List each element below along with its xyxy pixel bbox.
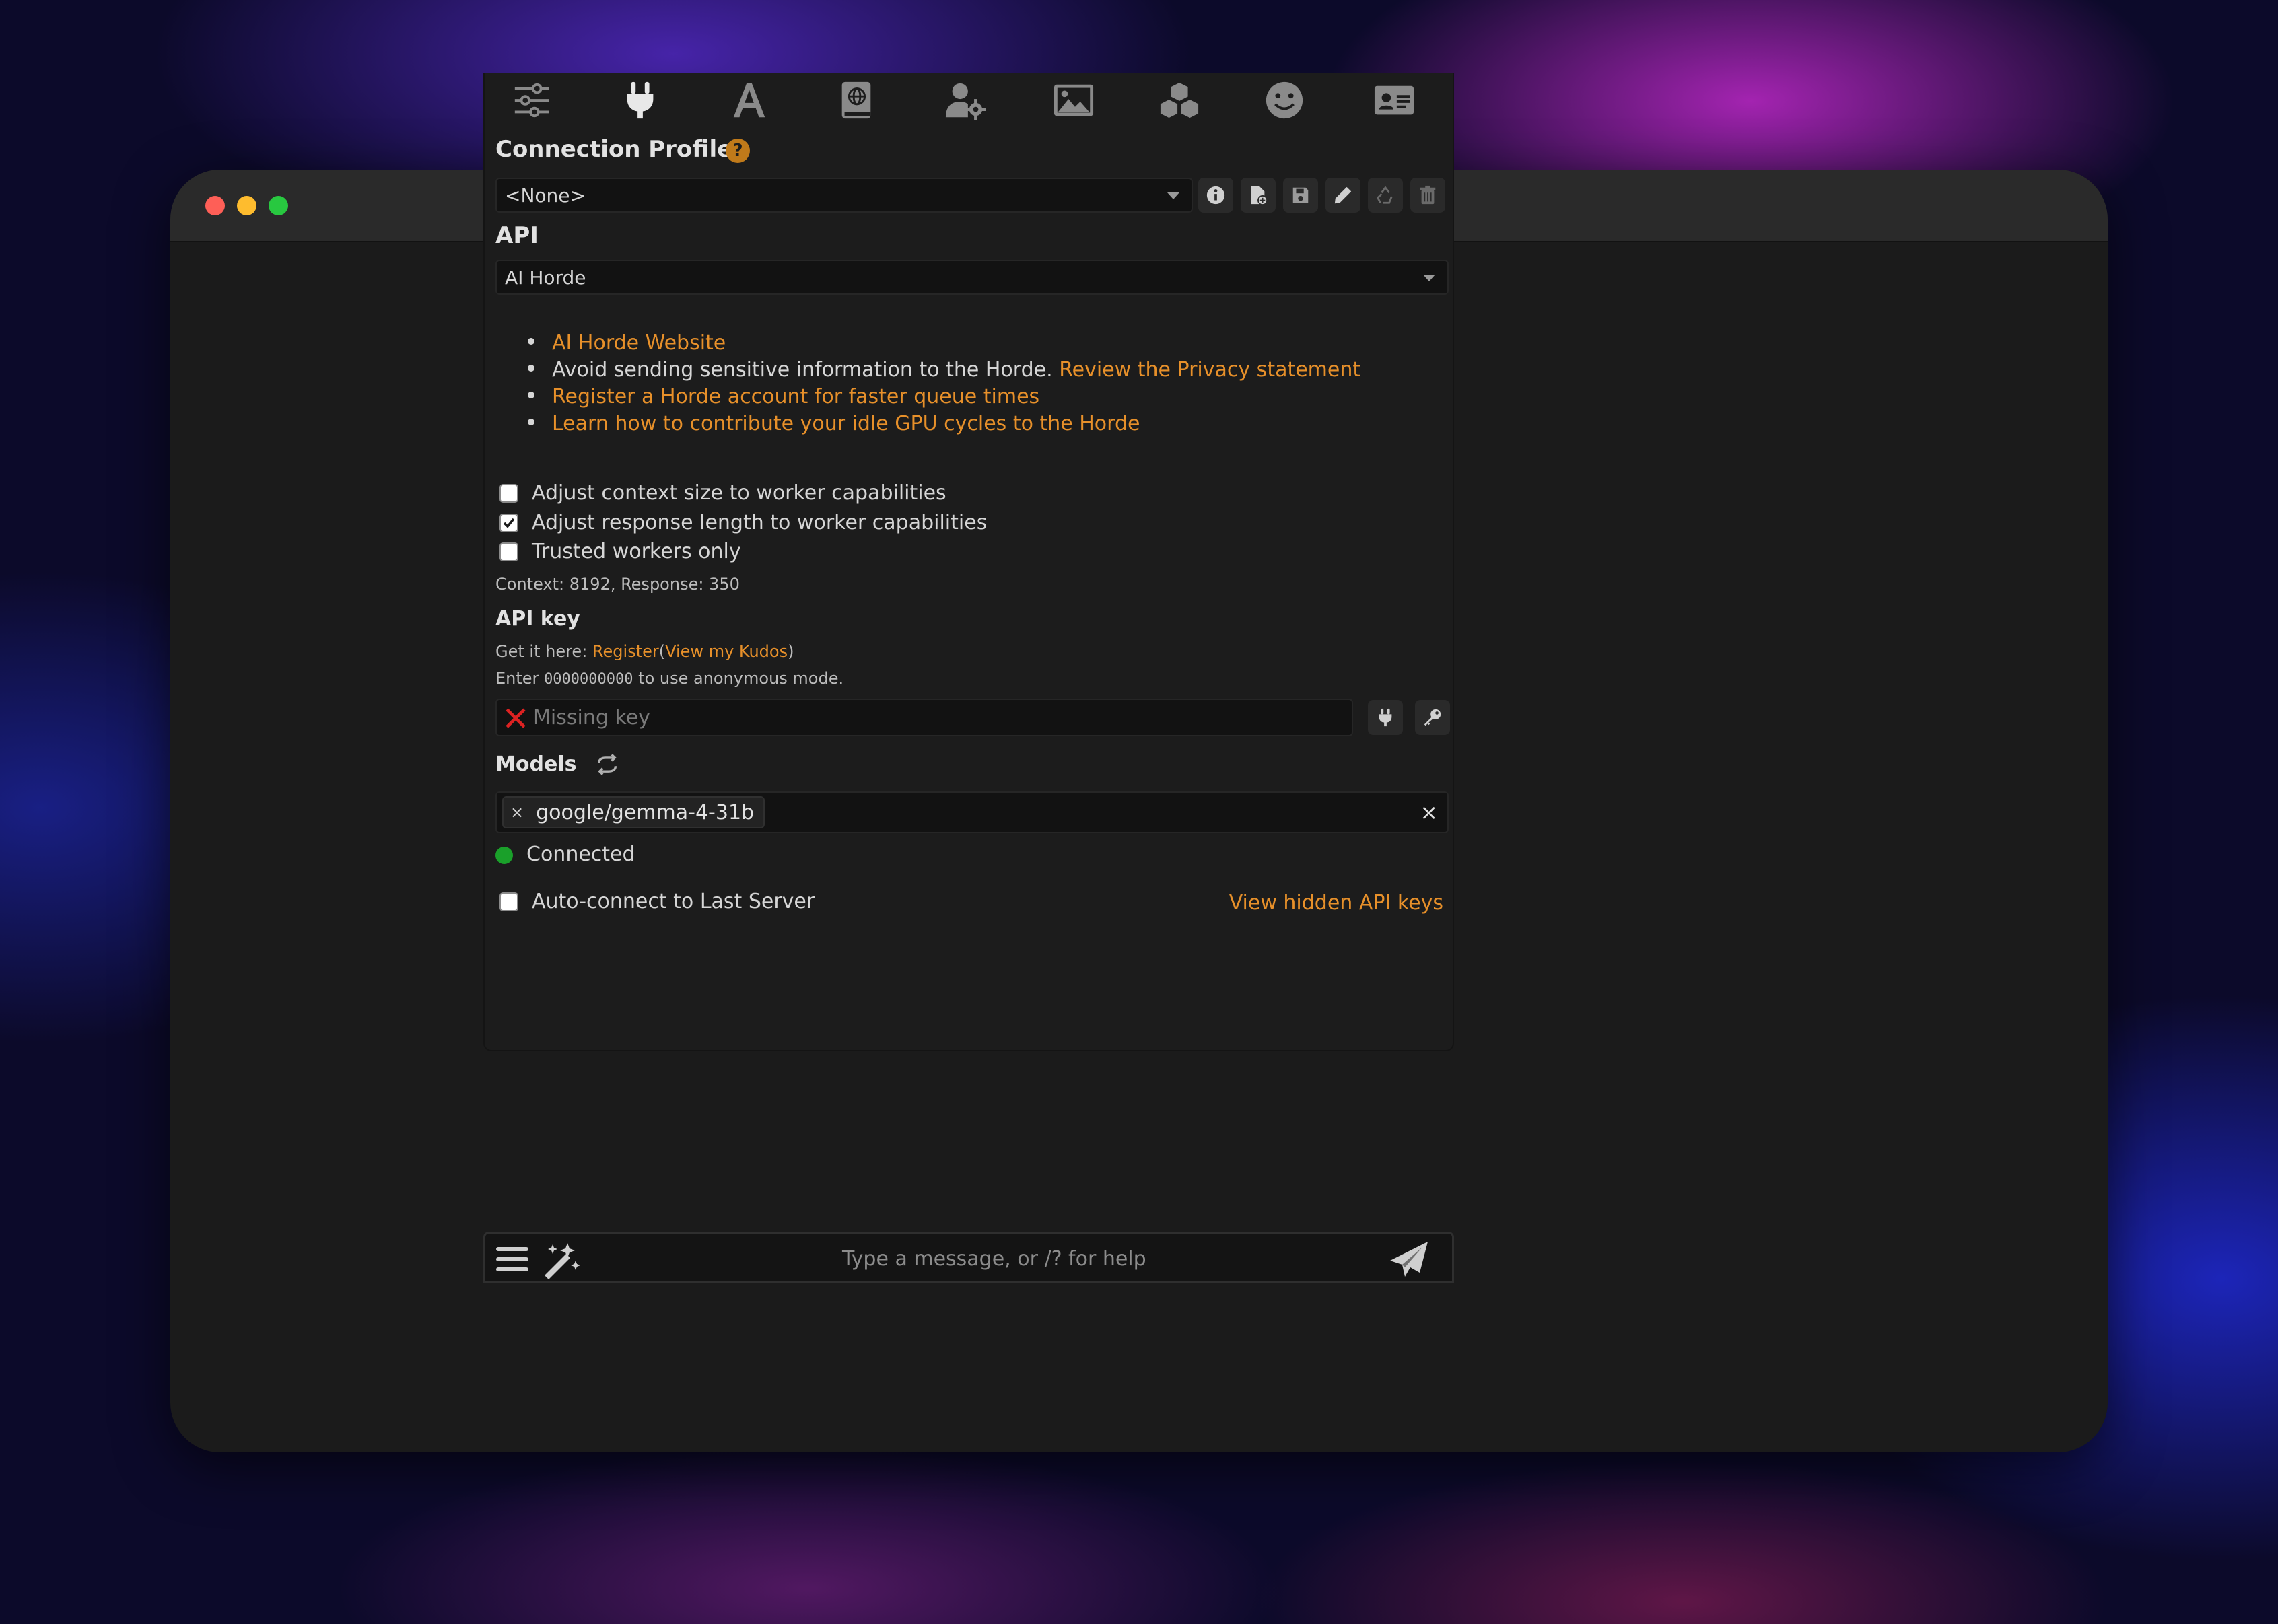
privacy-warning-text: Avoid sending sensitive information to t…: [552, 358, 1053, 382]
api-select[interactable]: AI Horde: [495, 260, 1449, 295]
image-icon[interactable]: [1048, 78, 1099, 122]
smile-icon[interactable]: [1259, 78, 1310, 122]
api-key-get-it: Get it here: Register(View my Kudos): [495, 642, 794, 661]
chevron-down-icon: [1423, 275, 1435, 281]
api-key-input[interactable]: Missing key: [495, 699, 1353, 736]
clear-models-icon[interactable]: ×: [1420, 800, 1438, 825]
info-icon[interactable]: [1198, 178, 1233, 213]
help-icon[interactable]: ?: [726, 139, 750, 163]
ai-horde-website-link[interactable]: AI Horde Website: [552, 331, 726, 355]
trusted-workers-label: Trusted workers only: [532, 540, 741, 563]
refresh-models-icon[interactable]: [595, 752, 619, 777]
missing-x-icon: [506, 708, 526, 728]
file-plus-icon[interactable]: [1241, 178, 1276, 213]
api-select-value: AI Horde: [505, 266, 586, 289]
view-hidden-api-keys-link[interactable]: View hidden API keys: [1229, 891, 1443, 915]
magic-wand-icon[interactable]: [539, 1240, 581, 1279]
models-select[interactable]: × google/gemma-4-31b ×: [495, 791, 1449, 833]
id-card-icon[interactable]: [1369, 78, 1420, 122]
trash-icon[interactable]: [1410, 178, 1445, 213]
connection-profile-title: Connection Profile: [495, 136, 733, 163]
plug-icon: [1379, 708, 1392, 727]
chat-input[interactable]: Type a message, or /? for help: [842, 1247, 1146, 1271]
menu-icon[interactable]: [495, 1242, 530, 1277]
context-info: Context: 8192, Response: 350: [495, 575, 740, 594]
minimize-window-button[interactable]: [237, 196, 256, 215]
connection-profile-select[interactable]: <None>: [495, 178, 1193, 213]
list-item: Avoid sending sensitive information to t…: [528, 357, 1443, 384]
checkmark-icon: [503, 518, 515, 528]
chat-input-bar: Type a message, or /? for help: [483, 1232, 1454, 1283]
list-item: Register a Horde account for faster queu…: [528, 384, 1443, 411]
pencil-icon[interactable]: [1325, 178, 1360, 213]
paren-close: ): [788, 642, 794, 661]
register-horde-link[interactable]: Register a Horde account for faster queu…: [552, 385, 1039, 409]
adjust-response-label: Adjust response length to worker capabil…: [532, 511, 988, 534]
auto-connect-checkbox[interactable]: [499, 892, 518, 911]
connection-status: Connected: [526, 843, 635, 866]
key-button[interactable]: [1415, 700, 1450, 735]
cubes-icon[interactable]: [1154, 78, 1205, 122]
register-link[interactable]: Register: [592, 642, 659, 661]
api-title: API: [495, 222, 539, 249]
info-list: AI Horde Website Avoid sending sensitive…: [528, 330, 1443, 437]
sliders-icon[interactable]: [506, 78, 557, 122]
plug-icon[interactable]: [615, 78, 666, 122]
model-tag: × google/gemma-4-31b: [502, 796, 765, 828]
privacy-statement-link[interactable]: Review the Privacy statement: [1059, 358, 1360, 382]
recycle-icon[interactable]: [1368, 178, 1403, 213]
anonymous-mode-hint: Enter 0000000000 to use anonymous mode.: [495, 669, 843, 688]
api-key-title: API key: [495, 607, 580, 631]
book-icon[interactable]: [831, 78, 882, 122]
list-item: Learn how to contribute your idle GPU cy…: [528, 411, 1443, 437]
key-icon: [1424, 709, 1441, 726]
user-gear-icon[interactable]: [940, 78, 991, 122]
zoom-window-button[interactable]: [269, 196, 288, 215]
enter-suffix: to use anonymous mode.: [638, 669, 844, 688]
anonymous-code: 0000000000: [544, 671, 633, 688]
status-indicator: [495, 847, 513, 864]
trusted-workers-checkbox[interactable]: [499, 542, 518, 561]
api-key-placeholder: Missing key: [533, 705, 650, 730]
adjust-response-checkbox[interactable]: [499, 514, 518, 532]
list-item: AI Horde Website: [528, 330, 1443, 357]
font-icon[interactable]: [724, 78, 775, 122]
adjust-context-checkbox[interactable]: [499, 484, 518, 503]
get-it-prefix: Get it here:: [495, 642, 588, 661]
top-icon-bar: [485, 73, 1453, 127]
adjust-context-label: Adjust context size to worker capabiliti…: [532, 481, 946, 505]
paren-open: (: [658, 642, 666, 661]
view-kudos-link[interactable]: View my Kudos: [665, 642, 788, 661]
remove-model-icon[interactable]: ×: [510, 803, 524, 822]
close-window-button[interactable]: [205, 196, 225, 215]
model-tag-label: google/gemma-4-31b: [536, 800, 755, 824]
enter-prefix: Enter: [495, 669, 539, 688]
save-icon[interactable]: [1283, 178, 1318, 213]
connection-profile-value: <None>: [505, 184, 586, 207]
models-title: Models: [495, 752, 577, 776]
connect-plug-button[interactable]: [1368, 700, 1403, 735]
chevron-down-icon: [1167, 192, 1179, 199]
connection-panel: Connection Profile ? <None> API AI Horde: [483, 73, 1454, 1051]
auto-connect-label: Auto-connect to Last Server: [532, 890, 815, 913]
contribute-gpu-link[interactable]: Learn how to contribute your idle GPU cy…: [552, 412, 1140, 435]
send-icon[interactable]: [1389, 1240, 1429, 1278]
